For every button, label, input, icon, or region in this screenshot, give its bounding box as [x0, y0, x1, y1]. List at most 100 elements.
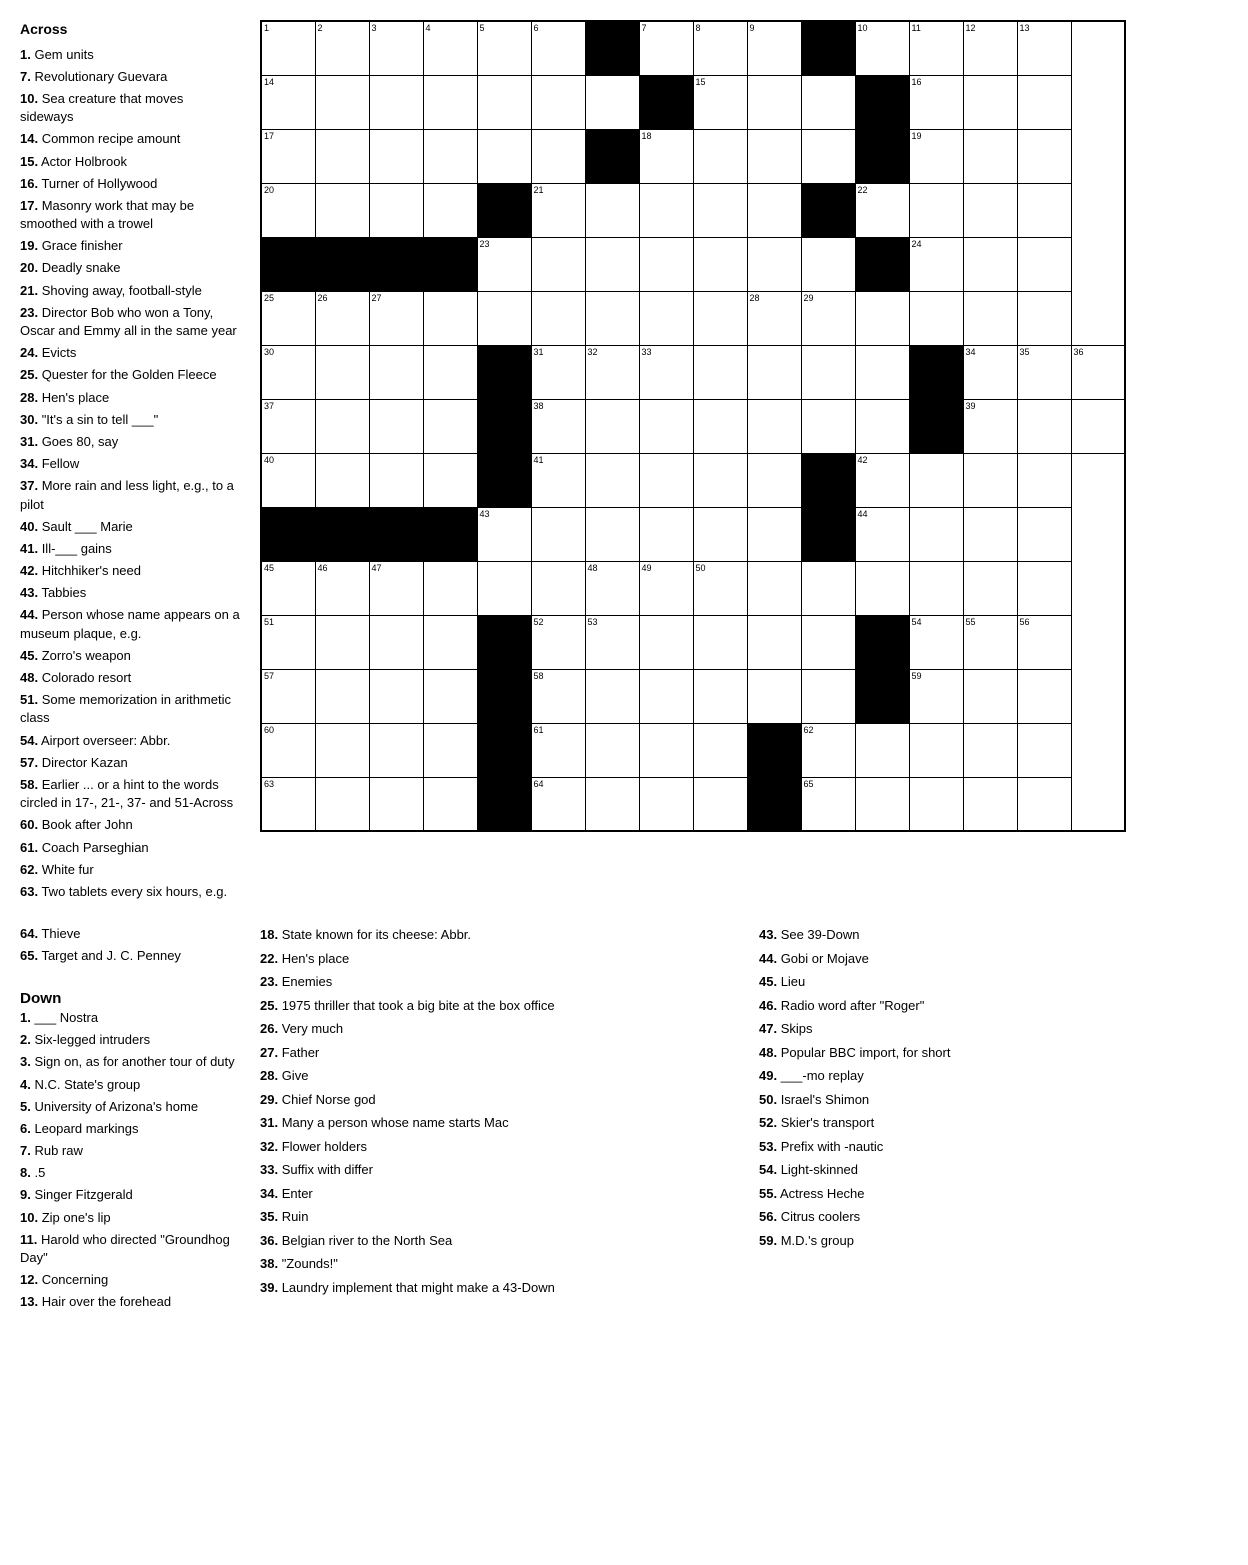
grid-cell-0-12[interactable]: 11: [909, 21, 963, 75]
grid-cell-14-0[interactable]: 63: [261, 777, 315, 831]
grid-cell-10-14[interactable]: [1017, 561, 1071, 615]
grid-cell-0-3[interactable]: 4: [423, 21, 477, 75]
grid-cell-5-7[interactable]: [639, 291, 693, 345]
grid-cell-2-14[interactable]: [1017, 129, 1071, 183]
grid-cell-4-14[interactable]: [1017, 237, 1071, 291]
grid-cell-2-6[interactable]: [585, 129, 639, 183]
grid-cell-7-3[interactable]: [423, 399, 477, 453]
grid-cell-10-0[interactable]: 45: [261, 561, 315, 615]
grid-cell-12-12[interactable]: 59: [909, 669, 963, 723]
grid-cell-7-6[interactable]: [585, 399, 639, 453]
grid-cell-9-3[interactable]: [423, 507, 477, 561]
grid-cell-3-0[interactable]: 20: [261, 183, 315, 237]
grid-cell-5-0[interactable]: 25: [261, 291, 315, 345]
grid-cell-2-12[interactable]: 19: [909, 129, 963, 183]
grid-cell-8-2[interactable]: [369, 453, 423, 507]
grid-cell-13-0[interactable]: 60: [261, 723, 315, 777]
grid-cell-1-3[interactable]: [423, 75, 477, 129]
grid-cell-9-5[interactable]: [531, 507, 585, 561]
grid-cell-14-3[interactable]: [423, 777, 477, 831]
grid-cell-9-4[interactable]: 43: [477, 507, 531, 561]
grid-cell-12-5[interactable]: 58: [531, 669, 585, 723]
grid-cell-3-3[interactable]: [423, 183, 477, 237]
grid-cell-7-13[interactable]: 39: [963, 399, 1017, 453]
grid-cell-14-14[interactable]: [1017, 777, 1071, 831]
grid-cell-14-1[interactable]: [315, 777, 369, 831]
grid-cell-0-11[interactable]: 10: [855, 21, 909, 75]
grid-cell-0-2[interactable]: 3: [369, 21, 423, 75]
grid-cell-6-4[interactable]: [477, 345, 531, 399]
grid-cell-11-3[interactable]: [423, 615, 477, 669]
grid-cell-6-1[interactable]: [315, 345, 369, 399]
grid-cell-6-11[interactable]: [855, 345, 909, 399]
grid-cell-10-4[interactable]: [477, 561, 531, 615]
grid-cell-4-10[interactable]: [801, 237, 855, 291]
grid-cell-5-10[interactable]: 29: [801, 291, 855, 345]
grid-cell-1-14[interactable]: [1017, 75, 1071, 129]
grid-cell-7-0[interactable]: 37: [261, 399, 315, 453]
grid-cell-0-13[interactable]: 12: [963, 21, 1017, 75]
grid-cell-8-12[interactable]: [909, 453, 963, 507]
grid-cell-12-10[interactable]: [801, 669, 855, 723]
grid-cell-14-7[interactable]: [639, 777, 693, 831]
grid-cell-7-14[interactable]: [1017, 399, 1071, 453]
grid-cell-10-3[interactable]: [423, 561, 477, 615]
grid-cell-8-7[interactable]: [639, 453, 693, 507]
grid-cell-0-4[interactable]: 5: [477, 21, 531, 75]
grid-cell-14-4[interactable]: [477, 777, 531, 831]
grid-cell-0-1[interactable]: 2: [315, 21, 369, 75]
grid-cell-6-3[interactable]: [423, 345, 477, 399]
grid-cell-7-2[interactable]: [369, 399, 423, 453]
grid-cell-1-10[interactable]: [801, 75, 855, 129]
grid-cell-10-5[interactable]: [531, 561, 585, 615]
grid-cell-5-14[interactable]: [1017, 291, 1071, 345]
grid-cell-1-12[interactable]: 16: [909, 75, 963, 129]
grid-cell-12-14[interactable]: [1017, 669, 1071, 723]
grid-cell-11-11[interactable]: [855, 615, 909, 669]
grid-cell-5-5[interactable]: [531, 291, 585, 345]
grid-cell-11-1[interactable]: [315, 615, 369, 669]
grid-cell-7-10[interactable]: [801, 399, 855, 453]
grid-cell-8-0[interactable]: 40: [261, 453, 315, 507]
grid-cell-4-3[interactable]: [423, 237, 477, 291]
grid-cell-3-4[interactable]: [477, 183, 531, 237]
grid-cell-13-5[interactable]: 61: [531, 723, 585, 777]
grid-cell-11-8[interactable]: [693, 615, 747, 669]
grid-cell-11-10[interactable]: [801, 615, 855, 669]
grid-cell-7-7[interactable]: [639, 399, 693, 453]
grid-cell-5-11[interactable]: [855, 291, 909, 345]
grid-cell-8-5[interactable]: 41: [531, 453, 585, 507]
grid-cell-13-10[interactable]: 62: [801, 723, 855, 777]
grid-cell-2-11[interactable]: [855, 129, 909, 183]
grid-cell-7-4[interactable]: [477, 399, 531, 453]
grid-cell-7-12[interactable]: [909, 399, 963, 453]
grid-cell-14-5[interactable]: 64: [531, 777, 585, 831]
grid-cell-12-11[interactable]: [855, 669, 909, 723]
grid-cell-5-13[interactable]: [963, 291, 1017, 345]
grid-cell-6-5[interactable]: 31: [531, 345, 585, 399]
grid-cell-6-2[interactable]: [369, 345, 423, 399]
grid-cell-12-13[interactable]: [963, 669, 1017, 723]
grid-cell-5-3[interactable]: [423, 291, 477, 345]
grid-cell-6-6[interactable]: 32: [585, 345, 639, 399]
grid-cell-8-14[interactable]: [1017, 453, 1071, 507]
grid-cell-8-3[interactable]: [423, 453, 477, 507]
grid-cell-13-7[interactable]: [639, 723, 693, 777]
grid-cell-9-13[interactable]: [963, 507, 1017, 561]
grid-cell-0-0[interactable]: 1: [261, 21, 315, 75]
grid-cell-9-9[interactable]: [747, 507, 801, 561]
grid-cell-1-11[interactable]: [855, 75, 909, 129]
grid-cell-3-10[interactable]: [801, 183, 855, 237]
grid-cell-7-11[interactable]: [855, 399, 909, 453]
grid-cell-1-0[interactable]: 14: [261, 75, 315, 129]
grid-cell-10-13[interactable]: [963, 561, 1017, 615]
grid-cell-4-12[interactable]: 24: [909, 237, 963, 291]
grid-cell-10-1[interactable]: 46: [315, 561, 369, 615]
grid-cell-2-4[interactable]: [477, 129, 531, 183]
grid-cell-5-1[interactable]: 26: [315, 291, 369, 345]
grid-cell-12-3[interactable]: [423, 669, 477, 723]
grid-cell-10-6[interactable]: 48: [585, 561, 639, 615]
grid-cell-4-0[interactable]: [261, 237, 315, 291]
grid-cell-9-1[interactable]: [315, 507, 369, 561]
grid-cell-1-2[interactable]: [369, 75, 423, 129]
